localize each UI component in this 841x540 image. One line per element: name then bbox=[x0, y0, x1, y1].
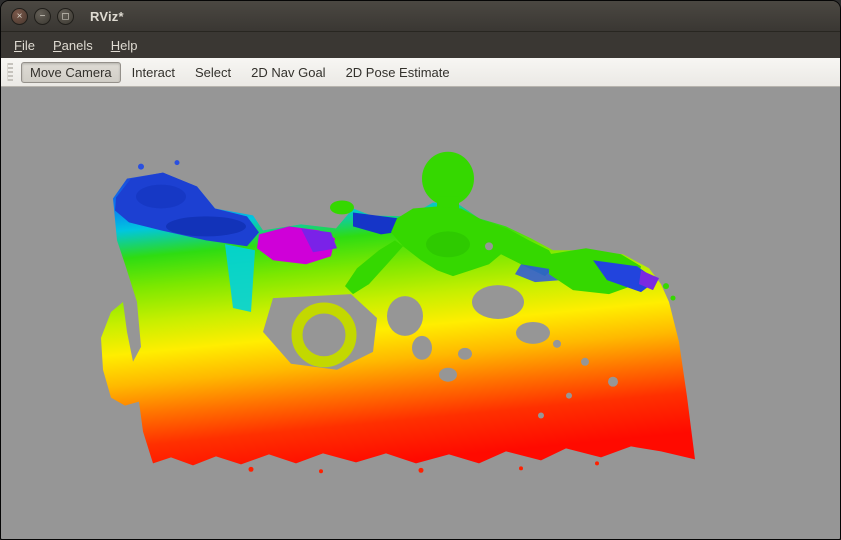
menu-file[interactable]: File bbox=[5, 35, 44, 56]
blue-speck bbox=[138, 164, 144, 170]
green-blob-small bbox=[330, 200, 354, 214]
tool-interact[interactable]: Interact bbox=[123, 62, 184, 83]
rviz-window: × − ◻ RViz* File Panels Help Move Camera… bbox=[0, 0, 841, 540]
close-icon[interactable]: × bbox=[11, 8, 28, 25]
render-viewport[interactable] bbox=[1, 87, 840, 539]
green-speck bbox=[671, 296, 676, 301]
tool-2d-pose-estimate[interactable]: 2D Pose Estimate bbox=[337, 62, 459, 83]
titlebar[interactable]: × − ◻ RViz* bbox=[1, 1, 840, 32]
toolbar-grip[interactable] bbox=[7, 63, 13, 81]
maximize-icon[interactable]: ◻ bbox=[57, 8, 74, 25]
minimize-icon[interactable]: − bbox=[34, 8, 51, 25]
menu-panels[interactable]: Panels bbox=[44, 35, 102, 56]
menubar: File Panels Help bbox=[1, 32, 840, 58]
point-cloud bbox=[1, 87, 840, 539]
green-speck bbox=[663, 283, 669, 289]
tool-2d-nav-goal[interactable]: 2D Nav Goal bbox=[242, 62, 334, 83]
toolbar: Move Camera Interact Select 2D Nav Goal … bbox=[1, 58, 840, 87]
blue-shade bbox=[166, 216, 246, 236]
torso-shade bbox=[426, 231, 470, 257]
red-specks bbox=[249, 461, 600, 473]
window-title: RViz* bbox=[90, 9, 124, 24]
blue-shade-2 bbox=[136, 185, 186, 209]
tool-move-camera[interactable]: Move Camera bbox=[21, 62, 121, 83]
menu-help[interactable]: Help bbox=[102, 35, 147, 56]
blue-speck bbox=[175, 160, 180, 165]
tool-select[interactable]: Select bbox=[186, 62, 240, 83]
